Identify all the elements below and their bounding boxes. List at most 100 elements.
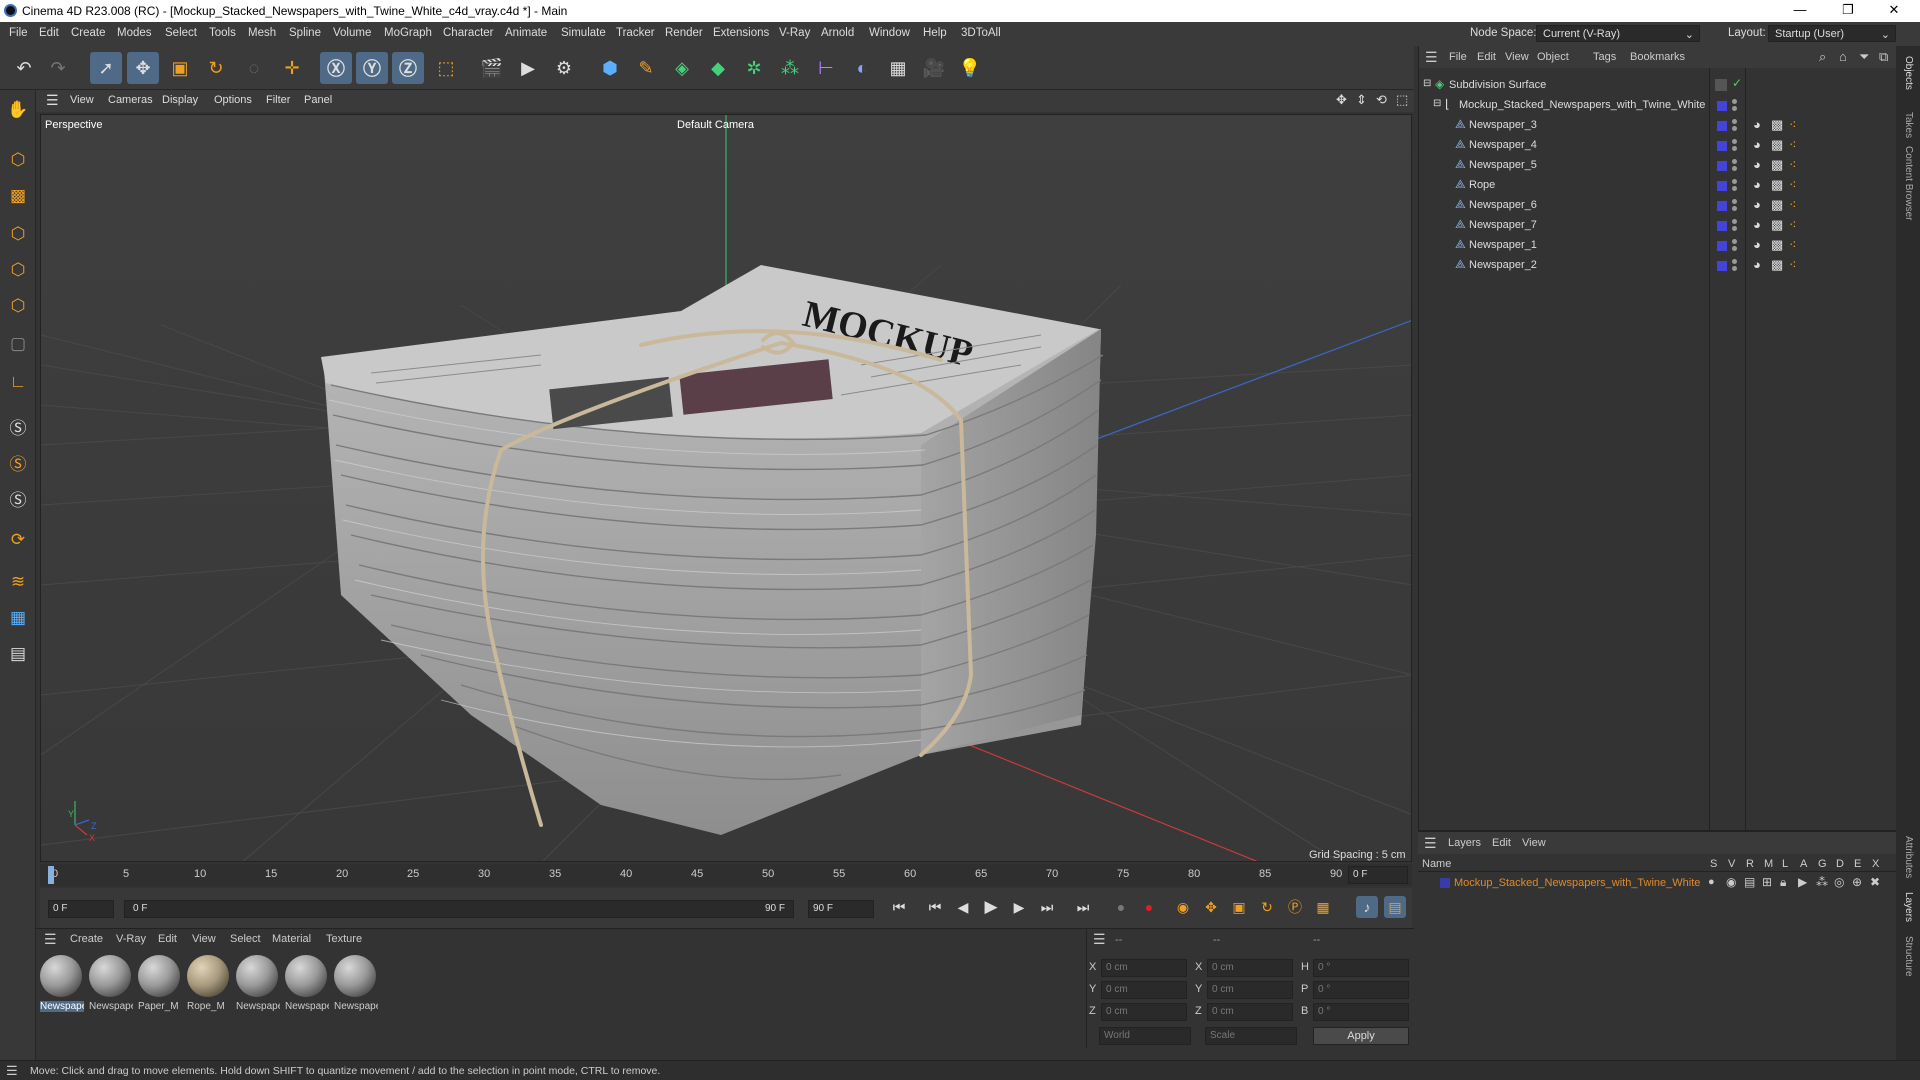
- tab-attributes[interactable]: Attributes: [1903, 836, 1914, 878]
- render-dot[interactable]: [1732, 146, 1737, 151]
- key-position-icon[interactable]: ✥: [1200, 896, 1222, 918]
- material-menu-material[interactable]: Material: [272, 933, 311, 945]
- visibility-dot[interactable]: [1732, 179, 1737, 184]
- transform-icon[interactable]: ✛: [276, 52, 308, 84]
- rotate-view-icon[interactable]: ⟲: [1376, 92, 1387, 108]
- menu-render[interactable]: Render: [665, 27, 703, 39]
- rotate-icon[interactable]: ↻: [200, 52, 232, 84]
- material-menu-vray[interactable]: V-Ray: [116, 933, 146, 945]
- z-axis-lock-icon[interactable]: Ⓩ: [392, 52, 424, 84]
- viewport-3d[interactable]: MOCKUP Perspective Default Camera Grid S…: [40, 114, 1412, 862]
- previous-key-icon[interactable]: ⏮: [924, 896, 946, 918]
- texture-mode-icon[interactable]: ▩: [4, 182, 32, 210]
- viewport-menu-view[interactable]: View: [70, 94, 94, 106]
- layer-color-swatch[interactable]: [1440, 878, 1450, 888]
- hamburger-menu-icon[interactable]: ☰: [1425, 49, 1438, 66]
- layer-color-swatch[interactable]: [1717, 121, 1727, 131]
- go-to-start-icon[interactable]: ⏮: [888, 896, 910, 918]
- layer-color-swatch[interactable]: [1717, 101, 1727, 111]
- node-space-dropdown[interactable]: Current (V-Ray) ⌄: [1536, 25, 1700, 42]
- uv-mode-icon[interactable]: ▢: [4, 330, 32, 358]
- uvw-tag-icon[interactable]: ▩: [1771, 137, 1783, 153]
- render-settings-icon[interactable]: ⚙: [548, 52, 580, 84]
- key-parameter-icon[interactable]: Ⓟ: [1284, 896, 1306, 918]
- workplane-icon[interactable]: ≋: [4, 568, 32, 596]
- camera-name[interactable]: Default Camera: [677, 119, 754, 131]
- eye-icon[interactable]: ◉: [1726, 875, 1736, 889]
- layout-dropdown[interactable]: Startup (User) ⌄: [1768, 25, 1896, 42]
- material-tag-icon[interactable]: ◕: [1753, 197, 1761, 212]
- material-swatch[interactable]: Newspaper: [285, 955, 329, 1017]
- playhead[interactable]: [48, 866, 54, 884]
- uvw-tag-icon[interactable]: ▩: [1771, 257, 1783, 273]
- layer-color-swatch[interactable]: [1717, 181, 1727, 191]
- next-key-icon[interactable]: ⏭: [1036, 896, 1058, 918]
- undo-icon[interactable]: ↶: [8, 52, 40, 84]
- previous-frame-icon[interactable]: ◀: [952, 896, 974, 918]
- viewport-menu-display[interactable]: Display: [162, 94, 198, 106]
- uvw-tag-icon[interactable]: ▩: [1771, 117, 1783, 133]
- material-swatch[interactable]: Paper_M: [138, 955, 182, 1017]
- manager-icon[interactable]: ⊞: [1762, 875, 1772, 889]
- visibility-dot[interactable]: [1732, 239, 1737, 244]
- visibility-dot[interactable]: [1732, 119, 1737, 124]
- material-menu-select[interactable]: Select: [230, 933, 261, 945]
- layer-color-swatch[interactable]: [1717, 161, 1727, 171]
- render-dot[interactable]: [1732, 126, 1737, 131]
- position-x-field[interactable]: 0 cm: [1101, 959, 1187, 977]
- viewport-menu-filter[interactable]: Filter: [266, 94, 290, 106]
- menu-spline[interactable]: Spline: [289, 27, 321, 39]
- menu-character[interactable]: Character: [443, 27, 494, 39]
- material-tag-icon[interactable]: ◕: [1753, 117, 1761, 132]
- coordinate-space-dropdown[interactable]: World: [1099, 1027, 1191, 1045]
- render-picture-viewer-icon[interactable]: ▶: [512, 52, 544, 84]
- extrude-icon[interactable]: ◆: [702, 52, 734, 84]
- xref-icon[interactable]: ✖: [1870, 875, 1880, 889]
- viewport-menu-options[interactable]: Options: [214, 94, 252, 106]
- record-keys-icon[interactable]: ●: [1110, 896, 1132, 918]
- layer-row[interactable]: Mockup_Stacked_Newspapers_with_Twine_Whi…: [1418, 874, 1896, 892]
- uvw-tag-icon[interactable]: ▩: [1771, 157, 1783, 173]
- render-clapper-icon[interactable]: ▤: [1744, 875, 1755, 889]
- move-icon[interactable]: ✥: [127, 52, 159, 84]
- enabled-check-icon[interactable]: ✓: [1732, 76, 1742, 90]
- key-rotation-icon[interactable]: ↻: [1256, 896, 1278, 918]
- maximize-button[interactable]: ❐: [1828, 2, 1868, 18]
- tab-layers[interactable]: Layers: [1903, 892, 1914, 922]
- menu-modes[interactable]: Modes: [117, 27, 152, 39]
- object-row[interactable]: ⟁ Newspaper_5 ◕ ▩ ⁖: [1419, 156, 1897, 176]
- light-icon[interactable]: 💡: [954, 52, 986, 84]
- locked-workplane-icon[interactable]: ▤: [4, 640, 32, 668]
- layer-menu-layers[interactable]: Layers: [1448, 837, 1481, 849]
- material-swatch[interactable]: Newspaper: [89, 955, 133, 1017]
- menu-simulate[interactable]: Simulate: [561, 27, 606, 39]
- lock-icon[interactable]: 🔒︎: [1780, 875, 1786, 890]
- menu-edit[interactable]: Edit: [39, 27, 59, 39]
- object-row[interactable]: ⟁ Rope ◕ ▩ ⁖: [1419, 176, 1897, 196]
- material-swatch[interactable]: Rope_M: [187, 955, 231, 1017]
- generators-icon[interactable]: ⁂: [1816, 875, 1828, 889]
- menu-select[interactable]: Select: [165, 27, 197, 39]
- material-tag-icon[interactable]: ◕: [1753, 257, 1761, 272]
- polygons-mode-icon[interactable]: ⬡: [4, 292, 32, 320]
- menu-mesh[interactable]: Mesh: [248, 27, 276, 39]
- material-swatch[interactable]: Newspaper: [334, 955, 378, 1017]
- zoom-view-icon[interactable]: ⇕: [1356, 92, 1367, 108]
- object-row[interactable]: ⟁ Newspaper_4 ◕ ▩ ⁖: [1419, 136, 1897, 156]
- object-row[interactable]: ⟁ Newspaper_6 ◕ ▩ ⁖: [1419, 196, 1897, 216]
- go-to-end-icon[interactable]: ⏭: [1072, 896, 1094, 918]
- hamburger-menu-icon[interactable]: ☰: [6, 1063, 18, 1079]
- obj-menu-edit[interactable]: Edit: [1477, 51, 1496, 63]
- environment-icon[interactable]: ◐: [846, 52, 878, 84]
- layer-color-swatch[interactable]: [1717, 241, 1727, 251]
- next-frame-icon[interactable]: ▶: [1008, 896, 1030, 918]
- floor-icon[interactable]: ▦: [882, 52, 914, 84]
- hamburger-menu-icon[interactable]: ☰: [1424, 835, 1437, 852]
- rotation-h-field[interactable]: 0 °: [1313, 959, 1409, 977]
- timeline-layout-icon[interactable]: ▤: [1384, 896, 1406, 918]
- menu-volume[interactable]: Volume: [333, 27, 371, 39]
- uvw-tag-icon[interactable]: ▩: [1771, 217, 1783, 233]
- position-z-field[interactable]: 0 cm: [1101, 1003, 1187, 1021]
- start-frame-field[interactable]: 0 F: [48, 900, 114, 918]
- vertex-tag-icon[interactable]: ⁖: [1789, 217, 1797, 233]
